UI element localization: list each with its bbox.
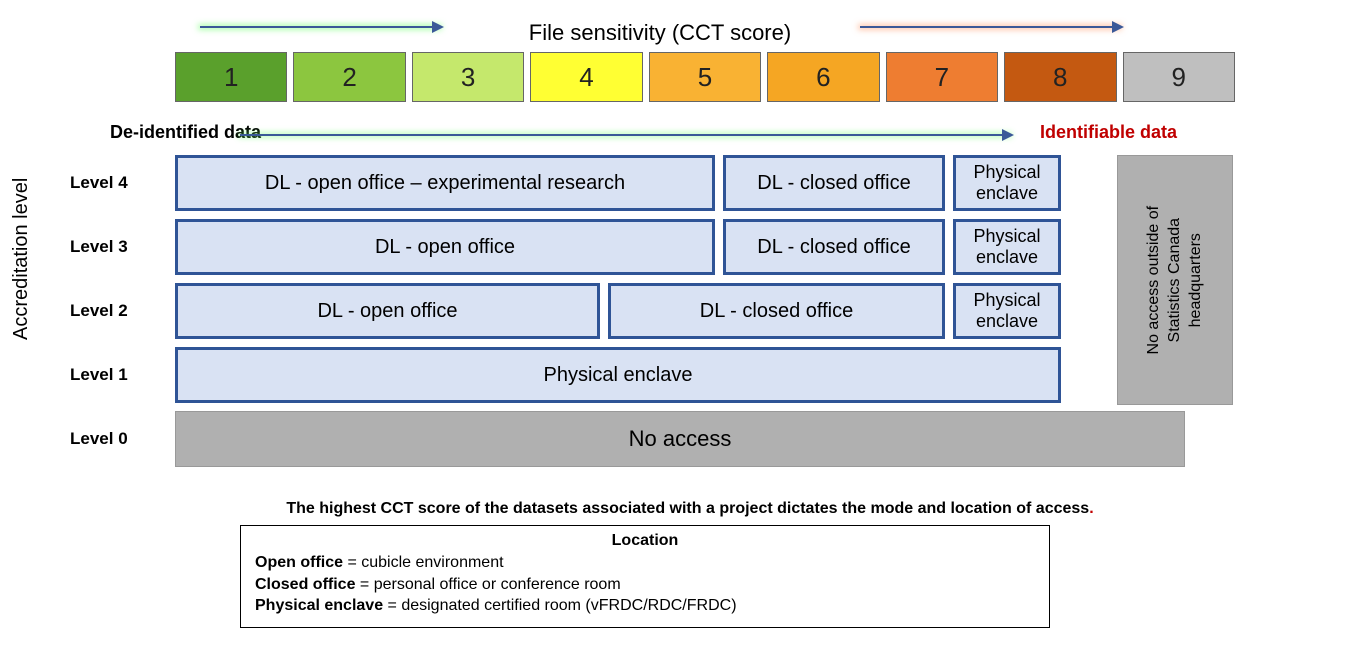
cct-score-5: 5 [649,52,761,102]
legend-title: Location [255,532,1035,550]
y-axis-label: Accreditation level [10,178,33,340]
sensitivity-arrow-high [860,26,1120,28]
cct-score-1: 1 [175,52,287,102]
identifiable-label: Identifiable data [1040,122,1177,143]
deidentified-label: De-identified data [110,122,261,143]
level-4-label: Level 4 [50,173,175,193]
level-2-open-office: DL - open office [175,283,600,339]
cct-score-4: 4 [530,52,642,102]
level-1-row: Level 1 Physical enclave [50,347,1235,403]
legend-box: Location Open office = cubicle environme… [240,525,1050,628]
level-0-label: Level 0 [50,429,175,449]
level-3-physical-enclave: Physical enclave [953,219,1061,275]
level-4-physical-enclave: Physical enclave [953,155,1061,211]
footnote-period: . [1089,500,1093,517]
cct-score-7: 7 [886,52,998,102]
header-title: File sensitivity (CCT score) [460,20,860,46]
cct-score-row: 1 2 3 4 5 6 7 8 9 [175,52,1235,102]
level-2-row: Level 2 DL - open office DL - closed off… [50,283,1235,339]
cct-score-3: 3 [412,52,524,102]
level-1-label: Level 1 [50,365,175,385]
level-4-row: Level 4 DL - open office – experimental … [50,155,1235,211]
sensitivity-arrow-low [200,26,440,28]
legend-closed-office: Closed office = personal office or confe… [255,574,1035,596]
level-0-noaccess: No access [175,411,1185,467]
cct-score-2: 2 [293,52,405,102]
deidentified-range-arrow [240,134,1010,136]
level-3-row: Level 3 DL - open office DL - closed off… [50,219,1235,275]
cct-score-9: 9 [1123,52,1235,102]
level-3-label: Level 3 [50,237,175,257]
legend-physical-enclave: Physical enclave = designated certified … [255,595,1035,617]
cct-score-8: 8 [1004,52,1116,102]
footnote: The highest CCT score of the datasets as… [240,500,1140,518]
legend-open-office: Open office = cubicle environment [255,552,1035,574]
column-9-noaccess: No access outside ofStatistics Canadahea… [1117,155,1233,405]
cct-score-6: 6 [767,52,879,102]
level-3-closed-office: DL - closed office [723,219,945,275]
level-2-closed-office: DL - closed office [608,283,945,339]
levels-grid: Level 4 DL - open office – experimental … [50,155,1235,475]
level-4-open-office: DL - open office – experimental research [175,155,715,211]
column-9-noaccess-text: No access outside ofStatistics Canadahea… [1144,206,1206,355]
level-4-closed-office: DL - closed office [723,155,945,211]
level-2-label: Level 2 [50,301,175,321]
level-3-open-office: DL - open office [175,219,715,275]
level-1-physical-enclave: Physical enclave [175,347,1061,403]
level-0-row: Level 0 No access [50,411,1235,467]
level-2-physical-enclave: Physical enclave [953,283,1061,339]
